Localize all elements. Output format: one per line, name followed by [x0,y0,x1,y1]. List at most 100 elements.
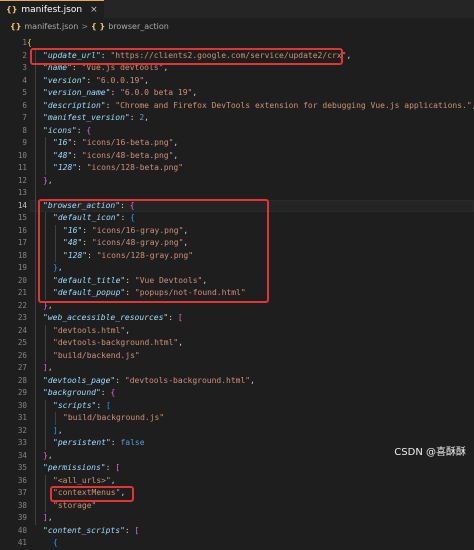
code-line: 11 "128": "icons/128-beta.png" [0,162,474,175]
code-token: , [346,50,352,60]
code-line: 41 { [0,537,474,550]
line-number: 23 [17,313,27,322]
code-line: 4 "version": "6.0.0.19", [0,75,474,88]
code-token: "devtools.html" [53,325,126,335]
code-token: : [168,313,178,322]
line-number: 32 [17,425,27,435]
line-number: 5 [22,88,27,97]
code-text: "devtools_page": "devtools-background.ht… [43,375,255,388]
code-line: 26 "build/backend.js" [0,350,474,363]
code-token: : [100,388,111,397]
code-line: 30 "scripts": [ [0,400,474,413]
code-token: : [105,463,116,472]
line-number: 38 [17,500,27,510]
code-text: ], [43,362,53,375]
code-token: : [77,163,87,172]
code-editor[interactable]: 1{2 "update_url": "https://clients2.googl… [0,34,474,547]
line-number: 31 [17,413,27,422]
code-token: "build/backend.js" [53,350,140,360]
chevron-right-icon: > [81,21,89,31]
line-number: 28 [17,375,27,385]
line-number: 1 [22,38,27,47]
breadcrumb-symbol[interactable]: browser_action [108,22,169,31]
line-number: 34 [17,450,27,460]
code-token: , [250,375,255,385]
line-number: 24 [17,325,27,335]
line-number: 7 [22,113,27,122]
code-text: "build/background.js" [63,412,164,425]
code-text: }, [43,450,53,463]
highlight-browser-action [38,198,269,303]
code-line: 24 "devtools.html", [0,325,474,338]
json-file-icon: {} [6,5,18,14]
line-number: 36 [17,475,27,485]
code-token: : [76,125,87,135]
tab-manifest-json[interactable]: {} manifest.json × [0,0,104,18]
line-number: 14 [17,200,27,210]
code-token: "icons" [43,125,77,135]
line-number: 19 [17,263,27,272]
code-token: , [144,113,149,122]
line-number: 30 [17,400,27,410]
code-token: , [110,475,116,485]
code-token: { [53,538,58,547]
line-number: 18 [17,250,27,260]
code-text: "build/backend.js" [53,350,140,363]
code-token: , [47,175,53,185]
code-token: , [173,150,179,160]
code-line: 32], [0,425,474,438]
line-number: 12 [17,175,27,185]
code-line: 13 [0,187,474,200]
line-number: 33 [17,438,27,447]
code-token: "description" [43,100,106,110]
line-number: 22 [17,300,27,310]
line-number: 4 [22,75,27,85]
code-line: 5 "version_name": "6.0.0 beta 19", [0,87,474,100]
code-token: , [47,450,53,460]
line-number: 21 [17,288,27,297]
code-line: 7 "manifest_version": 2, [0,112,474,125]
code-token: "storage" [53,500,97,510]
code-token: , [47,363,53,372]
code-token: : [124,525,135,535]
code-token: "6.0.0 beta 19" [120,88,193,97]
code-token: "manifest_version" [43,113,130,122]
code-token: "icons/48-beta.png" [81,150,174,160]
code-token: , [178,338,184,347]
code-token: [ [134,525,140,535]
code-token: : [129,113,140,122]
line-number: 9 [22,138,27,147]
code-text: "devtools-background.html", [53,337,183,350]
line-number: 6 [22,100,27,110]
code-line: 31 "build/background.js" [0,412,474,425]
line-number: 10 [17,150,27,160]
code-text: "devtools.html", [53,325,130,338]
breadcrumb-file[interactable]: manifest.json [24,22,78,31]
code-token: "48" [53,150,73,160]
code-line: 6 "description": "Chrome and Firefox DevT… [0,100,474,113]
close-icon[interactable]: × [90,5,98,15]
code-text: "48": "icons/48-beta.png", [53,150,178,163]
line-number: 16 [17,225,27,235]
code-token: "icons/16-beta.png" [81,138,174,147]
watermark: CSDN @喜酥酥 [394,447,466,458]
code-token: "Chrome and Firefox DevTools extension f… [115,100,472,110]
code-token: : [72,150,82,160]
code-token: : [96,400,106,410]
code-token: "web_accessible_resources" [43,313,169,322]
line-number: 25 [17,338,27,347]
code-token: , [192,88,198,97]
line-number: 41 [17,538,27,547]
breadcrumb: {} manifest.json > { } browser_action [0,18,474,34]
code-token: , [57,425,63,435]
code-line: 27], [0,362,474,375]
code-text: "version_name": "6.0.0 beta 19", [43,87,197,100]
code-text: "persistent": false [53,437,145,450]
code-token: false [120,438,145,447]
code-text: ], [43,512,53,525]
line-number: 11 [17,163,27,172]
code-token: [ [177,313,183,322]
line-number: 39 [17,513,27,522]
code-token: "background" [43,388,101,397]
code-line: 25 "devtools-background.html", [0,337,474,350]
